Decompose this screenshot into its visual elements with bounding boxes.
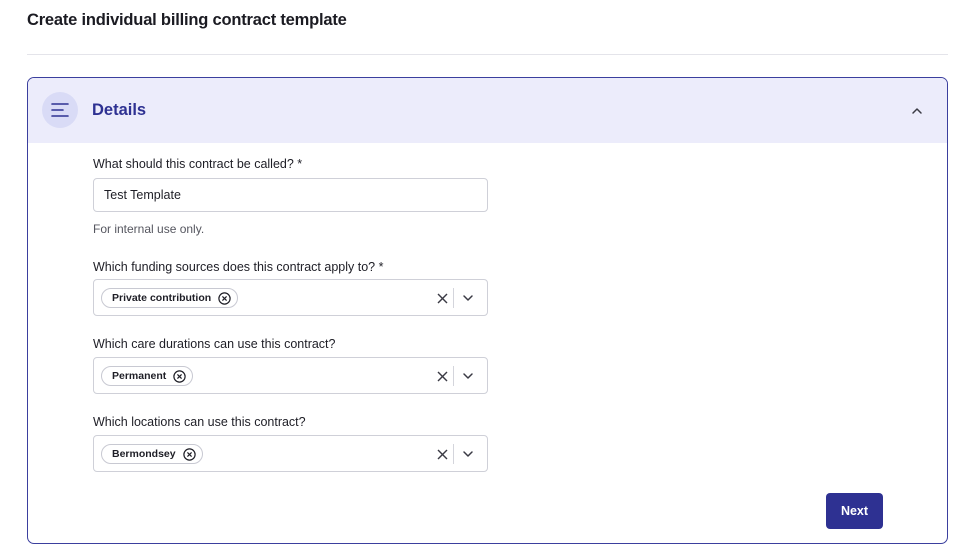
chevron-up-icon[interactable] [909,103,925,119]
funding-chip: Private contribution [101,288,239,308]
contract-name-helper: For internal use only. [93,222,205,236]
next-button[interactable]: Next [826,493,883,529]
header-divider [27,54,948,55]
chevron-down-icon[interactable] [461,447,475,461]
funding-sources-select[interactable]: Private contribution [93,279,488,316]
page-title: Create individual billing contract templ… [27,11,347,29]
care-durations-select[interactable]: Permanent [93,357,488,394]
chevron-down-icon[interactable] [461,291,475,305]
chevron-down-icon[interactable] [461,369,475,383]
circle-x-icon[interactable] [218,291,231,305]
section-title: Details [92,101,147,119]
contract-name-label: What should this contract be called? * [93,157,303,171]
circle-x-icon[interactable] [182,447,196,461]
details-card: Details What should this contract be cal… [27,77,948,544]
select-separator [453,366,454,386]
locations-label: Which locations can use this contract? [93,415,306,429]
menu-lines-icon [42,92,78,128]
x-icon[interactable] [435,291,449,305]
funding-chip-label: Private contribution [112,292,212,304]
location-chip-label: Bermondsey [112,448,176,460]
care-durations-label: Which care durations can use this contra… [93,337,336,351]
location-chip: Bermondsey [101,444,203,464]
x-icon[interactable] [435,369,449,383]
funding-sources-label: Which funding sources does this contract… [93,260,384,274]
x-icon[interactable] [435,447,449,461]
duration-chip-label: Permanent [112,370,167,382]
select-separator [453,444,454,464]
duration-chip: Permanent [101,366,194,386]
locations-select[interactable]: Bermondsey [93,435,488,472]
contract-name-input[interactable] [93,178,488,212]
select-separator [453,288,454,308]
details-section-header[interactable]: Details [28,78,947,143]
circle-x-icon[interactable] [173,369,186,383]
